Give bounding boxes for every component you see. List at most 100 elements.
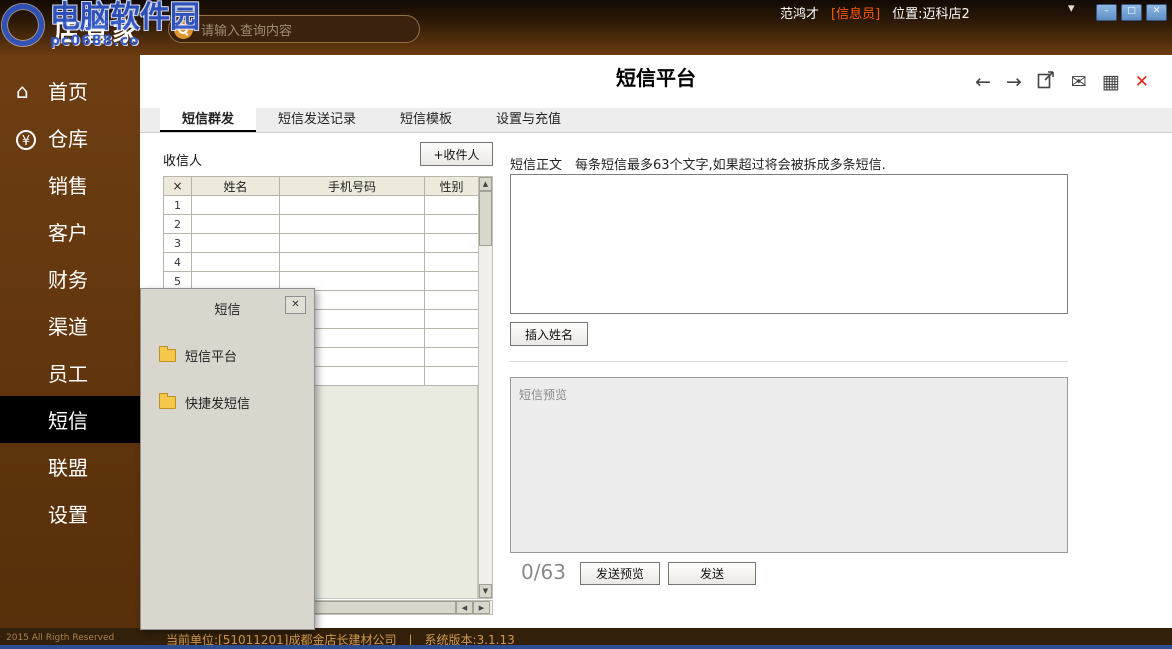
home-icon: ⌂ bbox=[16, 79, 48, 103]
table-header-row: ×姓名手机号码性别 bbox=[164, 177, 479, 196]
mail-icon[interactable]: ✉ bbox=[1071, 71, 1087, 93]
row-number-cell: 2 bbox=[164, 215, 192, 234]
sidebar-item-warehouse[interactable]: ¥仓库 bbox=[0, 114, 140, 161]
table-cell[interactable] bbox=[425, 253, 479, 272]
table-row[interactable]: 4 bbox=[164, 253, 479, 272]
search-input[interactable]: 请输入查询内容 bbox=[168, 15, 420, 43]
search-placeholder: 请输入查询内容 bbox=[201, 20, 292, 39]
yen-circle-icon: ¥ bbox=[16, 126, 48, 150]
tab-send-records[interactable]: 短信发送记录 bbox=[256, 108, 378, 132]
close-button[interactable]: ✕ bbox=[1146, 4, 1167, 21]
sidebar-item-finance[interactable]: 财务 bbox=[0, 255, 140, 302]
popup-item-quick-send-sms[interactable]: 快捷发短信 bbox=[159, 393, 314, 412]
table-cell[interactable] bbox=[425, 348, 479, 367]
sidebar-item-label: 客户 bbox=[48, 217, 88, 246]
tab-bulk-send[interactable]: 短信群发 bbox=[160, 108, 256, 132]
forward-arrow-icon[interactable]: → bbox=[1006, 71, 1022, 93]
popup-items: 短信平台快捷发短信 bbox=[141, 346, 314, 412]
recipients-label: 收信人 bbox=[163, 150, 202, 169]
user-name: 范鸿才 bbox=[780, 3, 819, 22]
send-button[interactable]: 发送 bbox=[668, 562, 756, 585]
sms-preview-box: 短信预览 bbox=[510, 377, 1068, 553]
calculator-icon[interactable]: ▦ bbox=[1102, 71, 1120, 93]
table-cell[interactable] bbox=[425, 215, 479, 234]
copyright-text: 2015 All Rigth Reserved bbox=[6, 633, 114, 643]
scroll-up-icon[interactable]: ▲ bbox=[479, 177, 492, 191]
vertical-scrollbar[interactable]: ▲ ▼ bbox=[478, 176, 493, 599]
back-arrow-icon[interactable]: ← bbox=[975, 71, 991, 93]
store-location: 位置:迈科店2 bbox=[892, 3, 970, 22]
table-cell[interactable] bbox=[192, 253, 280, 272]
sidebar-item-sms[interactable]: 短信 bbox=[0, 396, 140, 443]
topbar: 店管家 请输入查询内容 范鸿才 [信息员] 位置:迈科店2 ▾ –□✕ bbox=[0, 0, 1172, 55]
bottom-accent-line bbox=[0, 645, 1172, 649]
table-header-cell: 姓名 bbox=[192, 177, 280, 196]
sidebar-item-label: 渠道 bbox=[48, 311, 88, 340]
user-role-badge: [信息员] bbox=[831, 3, 880, 22]
table-row[interactable]: 3 bbox=[164, 234, 479, 253]
export-icon[interactable] bbox=[1037, 70, 1056, 94]
recipients-table-header: ×姓名手机号码性别 bbox=[164, 177, 479, 196]
search-icon[interactable] bbox=[174, 20, 193, 39]
vertical-scroll-thumb[interactable] bbox=[479, 191, 492, 246]
table-header-cell: 性别 bbox=[425, 177, 479, 196]
sidebar-menu: ⌂首页¥仓库销售客户财务渠道员工短信联盟设置 bbox=[0, 55, 140, 628]
sidebar-item-label: 财务 bbox=[48, 264, 88, 293]
popup-close-button[interactable]: ✕ bbox=[285, 296, 306, 314]
table-row[interactable]: 2 bbox=[164, 215, 479, 234]
table-cell[interactable] bbox=[425, 272, 479, 291]
table-cell[interactable] bbox=[425, 196, 479, 215]
popup-item-label: 短信平台 bbox=[185, 346, 237, 365]
minimize-button[interactable]: – bbox=[1096, 4, 1117, 21]
app-logo: 店管家 bbox=[54, 12, 141, 49]
red-close-icon[interactable]: ✕ bbox=[1135, 71, 1149, 93]
table-cell[interactable] bbox=[192, 196, 280, 215]
table-cell[interactable] bbox=[192, 215, 280, 234]
sidebar-item-label: 仓库 bbox=[48, 123, 88, 152]
table-cell[interactable] bbox=[425, 234, 479, 253]
table-cell[interactable] bbox=[280, 253, 425, 272]
table-cell[interactable] bbox=[280, 215, 425, 234]
scroll-left-icon[interactable]: ◀ bbox=[456, 601, 473, 614]
sidebar-item-customers[interactable]: 客户 bbox=[0, 208, 140, 255]
row-number-cell: 4 bbox=[164, 253, 192, 272]
table-cell[interactable] bbox=[192, 234, 280, 253]
tabstrip: 短信群发短信发送记录短信模板设置与充值 bbox=[140, 108, 1172, 133]
insert-name-button[interactable]: 插入姓名 bbox=[510, 322, 588, 346]
scroll-right-icon[interactable]: ▶ bbox=[473, 601, 490, 614]
table-cell[interactable] bbox=[425, 367, 479, 386]
scroll-down-icon[interactable]: ▼ bbox=[479, 584, 492, 598]
send-preview-button[interactable]: 发送预览 bbox=[580, 562, 660, 585]
table-header-cell: × bbox=[164, 177, 192, 196]
sidebar-item-home[interactable]: ⌂首页 bbox=[0, 67, 140, 114]
divider bbox=[510, 361, 1068, 362]
maximize-button[interactable]: □ bbox=[1121, 4, 1142, 21]
table-row[interactable]: 1 bbox=[164, 196, 479, 215]
sidebar-item-alliance[interactable]: 联盟 bbox=[0, 443, 140, 490]
popup-item-sms-platform[interactable]: 短信平台 bbox=[159, 346, 314, 365]
sidebar-item-label: 设置 bbox=[48, 499, 88, 528]
tab-settings-recharge[interactable]: 设置与充值 bbox=[474, 108, 583, 132]
sidebar-item-label: 员工 bbox=[48, 358, 88, 387]
tab-templates[interactable]: 短信模板 bbox=[378, 108, 474, 132]
row-number-cell: 3 bbox=[164, 234, 192, 253]
table-cell[interactable] bbox=[425, 310, 479, 329]
popup-item-label: 快捷发短信 bbox=[185, 393, 250, 412]
table-cell[interactable] bbox=[425, 291, 479, 310]
sidebar-item-label: 销售 bbox=[48, 170, 88, 199]
sms-popup-menu: 短信 ✕ 短信平台快捷发短信 bbox=[140, 288, 315, 630]
sidebar-item-staff[interactable]: 员工 bbox=[0, 349, 140, 396]
sidebar-item-sales[interactable]: 销售 bbox=[0, 161, 140, 208]
sidebar-item-channels[interactable]: 渠道 bbox=[0, 302, 140, 349]
table-cell[interactable] bbox=[425, 329, 479, 348]
folder-icon bbox=[159, 349, 176, 362]
user-info: 范鸿才 [信息员] 位置:迈科店2 bbox=[780, 3, 970, 22]
char-counter: 0/63 bbox=[521, 560, 566, 584]
add-recipient-button[interactable]: +收件人 bbox=[420, 142, 493, 166]
table-cell[interactable] bbox=[280, 196, 425, 215]
table-cell[interactable] bbox=[280, 234, 425, 253]
sms-body-textarea[interactable] bbox=[510, 174, 1068, 314]
table-header-cell: 手机号码 bbox=[280, 177, 425, 196]
sidebar-item-settings[interactable]: 设置 bbox=[0, 490, 140, 537]
chevron-down-icon[interactable]: ▾ bbox=[1068, 1, 1075, 16]
